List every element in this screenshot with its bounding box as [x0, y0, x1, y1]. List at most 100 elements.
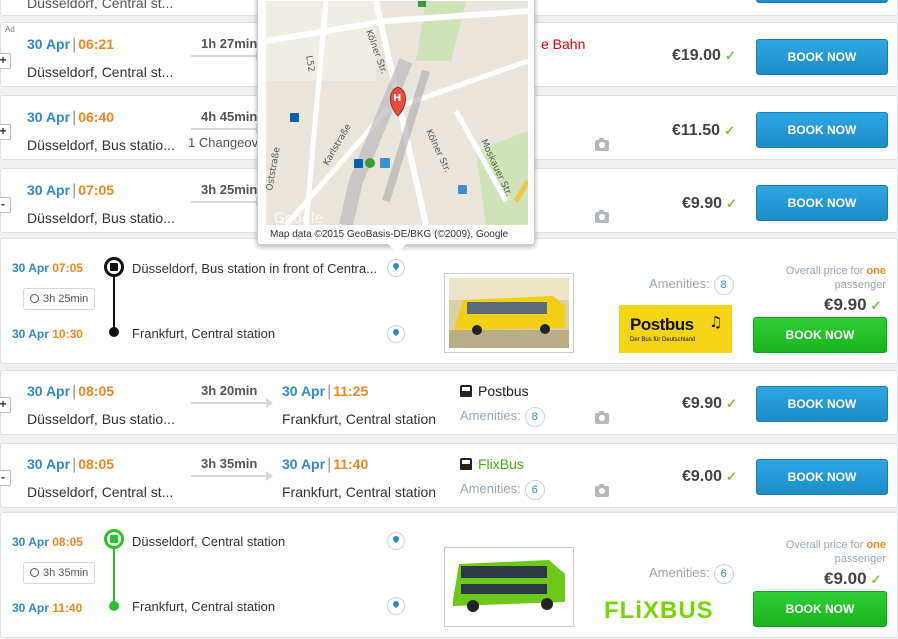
postbus-logo: Postbus ♫ Der Bus für Deutschland: [619, 305, 732, 353]
check-icon: ✓: [724, 123, 735, 138]
book-now-button[interactable]: BOOK NOW: [753, 591, 887, 627]
route-end-dot: [109, 601, 119, 611]
book-now-button[interactable]: BOOK NOW: [756, 459, 888, 495]
departure-station: Düsseldorf, Bus statio...: [27, 411, 175, 427]
departure-time: 08:05: [78, 456, 115, 472]
route-line: [113, 549, 115, 603]
map-image: L52 Kölner Str. Oststraße Karlstraße Köl…: [266, 1, 528, 225]
departure-time: 08:05: [78, 383, 115, 399]
departure-datetime: 30 Apr | 08:05: [27, 383, 115, 400]
arrival-station: Frankfurt, Central station: [282, 411, 437, 427]
arrival-time: 11:25: [333, 383, 369, 399]
bus-icon: [460, 458, 472, 470]
bus-icon: [460, 385, 472, 397]
departure-datetime: 30 Apr | 06:40: [27, 109, 115, 126]
duration-badge: 3h 25min: [23, 288, 96, 310]
departure-date: 30 Apr: [27, 456, 71, 472]
camera-icon[interactable]: [595, 138, 609, 151]
departure-datetime: 30 Apr | 08:05: [27, 456, 115, 473]
result-row-5[interactable]: - 30 Apr | 08:05 Düsseldorf, Central st...…: [0, 443, 898, 508]
duration: 4h 45min: [201, 109, 258, 124]
bus-photo[interactable]: [444, 547, 574, 627]
arrival-time: 10:30: [52, 327, 83, 341]
expand-toggle[interactable]: +: [0, 53, 11, 69]
result-row-4[interactable]: + 30 Apr | 08:05 Düsseldorf, Bus statio...…: [0, 370, 898, 435]
results-page: Düsseldorf, Central st... Ad + 30 Apr | 06…: [0, 0, 898, 639]
carrier-name: Postbus: [478, 383, 529, 399]
detail-departure: 30 Apr 08:05: [12, 535, 83, 549]
map-pin-icon[interactable]: [387, 532, 405, 550]
arrival-datetime: 30 Apr | 11:40: [282, 456, 369, 473]
map-canvas[interactable]: L52 Kölner Str. Oststraße Karlstraße Köl…: [266, 1, 528, 225]
departure-time: 07:05: [52, 261, 83, 275]
amenities[interactable]: Amenities: 6: [460, 480, 545, 500]
arrival-time: 11:40: [52, 601, 83, 615]
camera-icon[interactable]: [595, 210, 609, 223]
route-arrow: [191, 124, 263, 134]
departure-station: Düsseldorf, Central st...: [27, 484, 174, 500]
duration: 1h 27min: [201, 36, 258, 51]
camera-icon[interactable]: [595, 411, 609, 424]
arrival-station: Frankfurt, Central station: [132, 599, 276, 614]
book-now-button[interactable]: BOOK NOW: [753, 317, 887, 353]
price: €9.90 ✓: [824, 295, 882, 314]
departure-station: Düsseldorf, Bus statio...: [27, 210, 175, 226]
postbus-photo-image: [449, 278, 569, 348]
collapse-toggle[interactable]: -: [0, 470, 11, 486]
expand-toggle[interactable]: +: [0, 397, 11, 413]
bus-stop-icon: [104, 257, 124, 277]
book-now-button[interactable]: BOOK NOW: [756, 112, 888, 148]
departure-time: 08:05: [52, 535, 83, 549]
arrival-station: Frankfurt, Central station: [132, 326, 276, 341]
bus-stop-icon: [104, 529, 124, 549]
carrier: Postbus: [460, 383, 529, 399]
clock-icon: [30, 568, 39, 577]
carrier-name: e Bahn: [541, 36, 586, 52]
amenities[interactable]: Amenities: 8: [649, 275, 734, 295]
duration: 3h 20min: [201, 383, 258, 398]
overall-price-note: Overall price for one passenger: [785, 265, 886, 291]
departure-date: 30 Apr: [27, 182, 71, 198]
amenities-count: 8: [713, 275, 734, 295]
check-icon: ✓: [726, 469, 737, 484]
bus-photo[interactable]: [444, 273, 574, 353]
arrival-date: 30 Apr: [12, 327, 49, 341]
map-marker-label: H: [393, 93, 401, 104]
carrier-name: FlixBus: [478, 456, 524, 472]
book-now-button[interactable]: BOOK NOW: [756, 39, 888, 75]
price: €9.90 ✓: [682, 395, 737, 412]
collapse-toggle[interactable]: -: [0, 197, 11, 213]
arrival-date: 30 Apr: [12, 601, 49, 615]
departure-station: Düsseldorf, Bus station in front of Cent…: [132, 261, 377, 276]
map-popup[interactable]: L52 Kölner Str. Oststraße Karlstraße Köl…: [257, 0, 535, 253]
departure-datetime: 30 Apr | 06:21: [27, 36, 115, 53]
map-pin-icon[interactable]: [387, 325, 405, 343]
price: €9.00 ✓: [682, 468, 737, 485]
route-arrow: [191, 197, 263, 207]
arrival-date: 30 Apr: [282, 456, 326, 472]
book-now-button[interactable]: BOOK NOW: [756, 386, 888, 422]
camera-icon[interactable]: [595, 484, 609, 497]
amenities[interactable]: Amenities: 6: [649, 564, 734, 584]
departure-time: 07:05: [78, 182, 115, 198]
postbus-logo-tagline: Der Bus für Deutschland: [630, 337, 696, 343]
detail-departure: 30 Apr 07:05: [12, 261, 83, 275]
map-pin-icon[interactable]: [387, 259, 405, 277]
departure-date: 30 Apr: [27, 36, 71, 52]
route-arrow: [191, 471, 273, 481]
arrival-time: 11:40: [333, 456, 369, 472]
book-now-button[interactable]: BOOK NOW: [756, 185, 888, 221]
price: €19.00 ✓: [672, 47, 736, 64]
check-icon: ✓: [724, 48, 736, 63]
expand-toggle[interactable]: +: [0, 124, 11, 140]
amenities[interactable]: Amenities: 8: [460, 407, 545, 427]
check-icon: ✓: [870, 298, 882, 313]
price: €11.50 ✓: [672, 122, 735, 139]
check-icon: ✓: [870, 572, 882, 587]
price: €9.90 ✓: [682, 195, 737, 212]
check-icon: ✓: [726, 196, 737, 211]
postbus-logo-text: Postbus: [630, 315, 694, 334]
map-pin-icon[interactable]: [387, 597, 405, 615]
route-end-dot: [109, 327, 119, 337]
book-button-partial[interactable]: [756, 0, 888, 3]
